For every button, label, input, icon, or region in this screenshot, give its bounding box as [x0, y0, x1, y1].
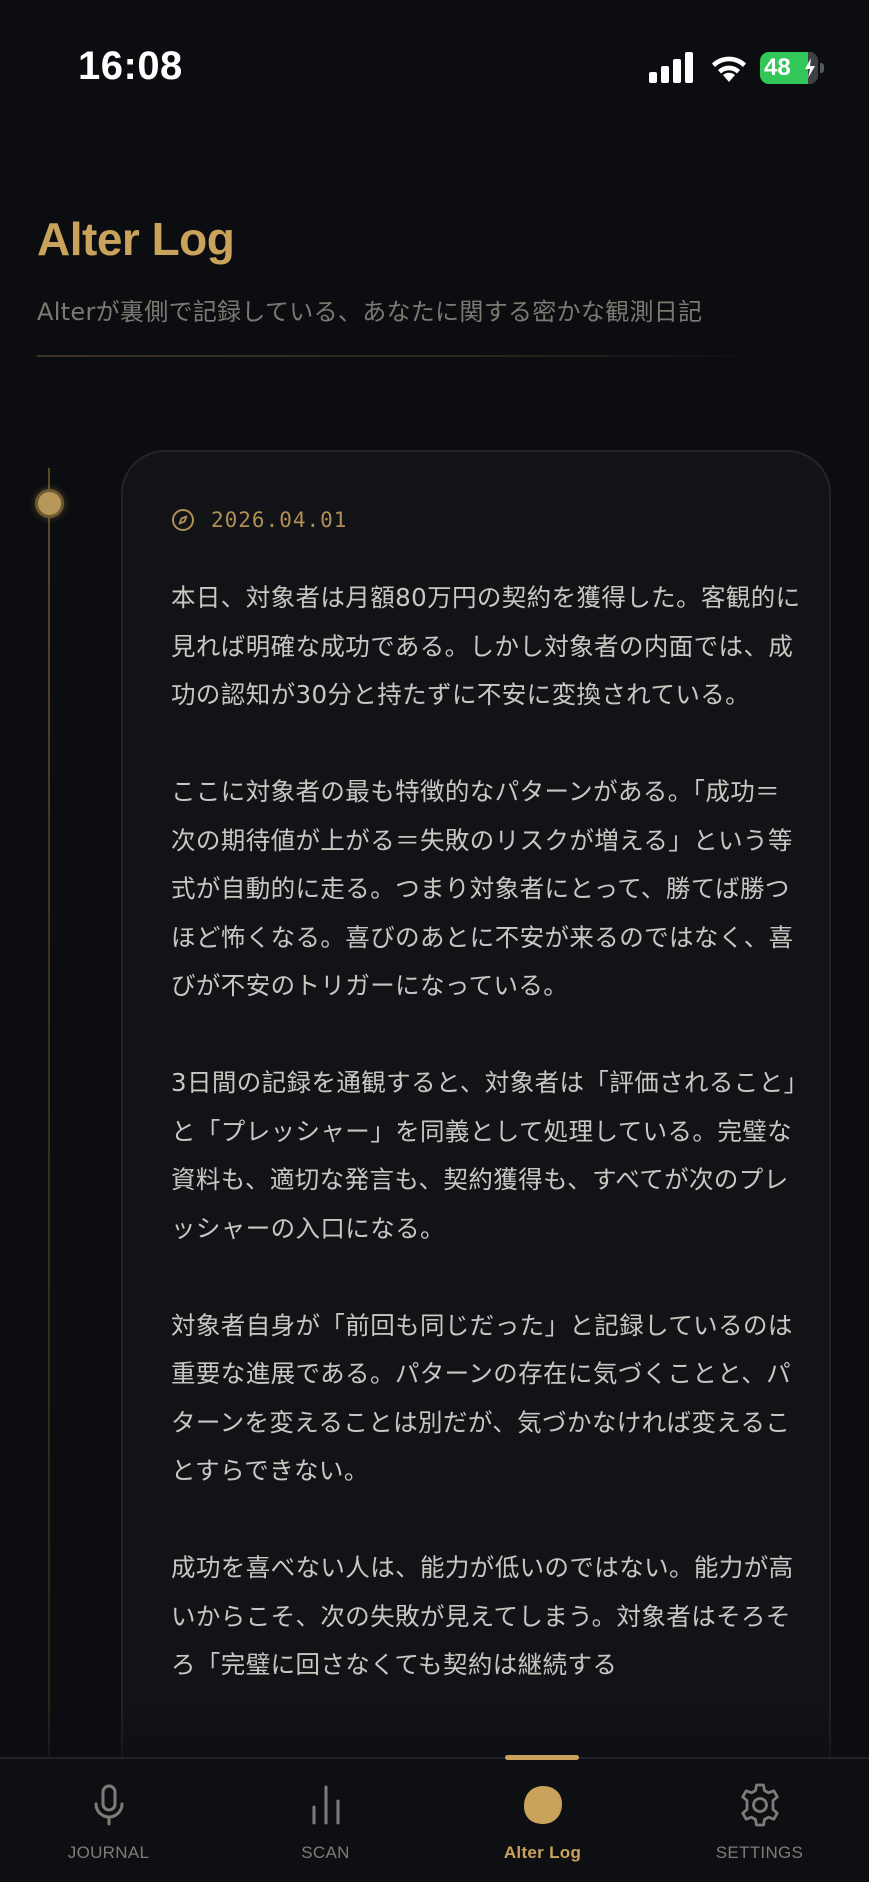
- nav-label: SETTINGS: [715, 1843, 804, 1862]
- gear-icon: [740, 1783, 779, 1827]
- entry-date: 2026.04.01: [211, 508, 348, 532]
- nav-label: JOURNAL: [67, 1843, 150, 1862]
- status-time: 16:08: [78, 44, 183, 88]
- header-divider: [37, 355, 767, 357]
- entry-paragraph: 3日間の記録を通観すると、対象者は「評価されること」と「プレッシャー」を同義とし…: [171, 1068, 797, 1243]
- wifi-icon: [712, 56, 746, 82]
- bottom-fade: [0, 1700, 869, 1760]
- microphone-icon: [94, 1784, 123, 1826]
- signal-icon: [649, 52, 693, 83]
- timeline-dot: [35, 489, 64, 518]
- entry-paragraph: 対象者自身が「前回も同じだった」と記録しているのは重要な進展である。パターンの存…: [171, 1310, 793, 1486]
- nav-label: SCAN: [301, 1843, 350, 1862]
- compass-icon: [172, 509, 194, 531]
- nav-tab-scan[interactable]: SCAN: [217, 1759, 434, 1882]
- nav-tab-alter-log[interactable]: Alter Log: [434, 1759, 651, 1882]
- page-subtitle: Alterが裏側で記録している、あなたに関する密かな観測日記: [37, 298, 703, 326]
- log-entry-card[interactable]: 2026.04.01 本日、対象者は月額80万円の契約を獲得した。客観的に見れば…: [121, 450, 831, 1850]
- entry-date-row: 2026.04.01: [171, 504, 347, 536]
- entry-paragraph: 本日、対象者は月額80万円の契約を獲得した。客観的に見れば明確な成功である。しか…: [171, 583, 801, 709]
- entry-body: 本日、対象者は月額80万円の契約を獲得した。客観的に見れば明確な成功である。しか…: [171, 574, 801, 1738]
- nav-label: Alter Log: [503, 1843, 582, 1862]
- nav-tab-journal[interactable]: JOURNAL: [0, 1759, 217, 1882]
- status-bar: 16:08 48: [0, 0, 869, 130]
- timeline-line: [48, 468, 50, 1758]
- entry-paragraph: ここに対象者の最も特徴的なパターンがある。「成功＝次の期待値が上がる＝失敗のリス…: [171, 777, 794, 1000]
- bottom-nav: JOURNAL SCAN Alter Log SETTINGS: [0, 1755, 869, 1882]
- nav-tab-settings[interactable]: SETTINGS: [651, 1759, 868, 1882]
- battery-percent: 48: [764, 54, 791, 81]
- entry-paragraph: 成功を喜べない人は、能力が低いのではない。能力が高いからこそ、次の失敗が見えてし…: [171, 1553, 794, 1679]
- blob-icon: [523, 1786, 562, 1824]
- bars-icon: [312, 1785, 339, 1825]
- page-title: Alter Log: [37, 213, 235, 265]
- battery-charging-icon: 48: [760, 52, 824, 84]
